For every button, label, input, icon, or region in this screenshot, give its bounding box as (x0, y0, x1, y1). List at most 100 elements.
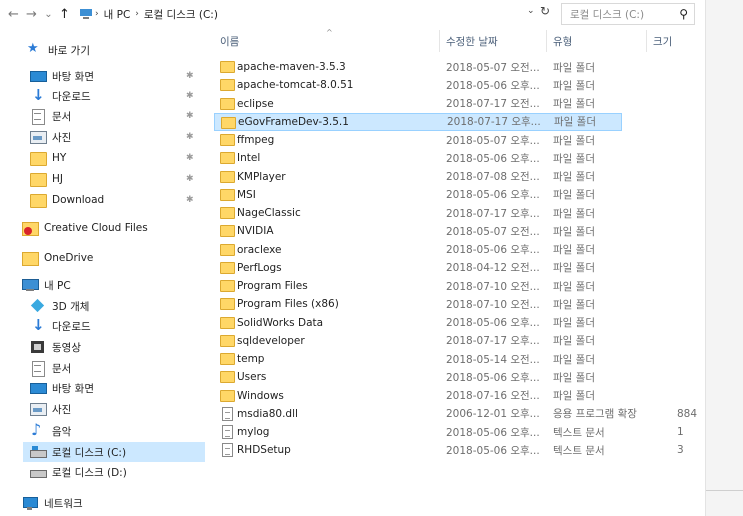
file-row[interactable]: NageClassic 2018-07-17 오후... 파일 폴더 (214, 204, 705, 222)
nav-item[interactable]: Creative Cloud Files (0, 218, 210, 238)
file-name: mylog (237, 426, 270, 438)
file-date-modified: 2018-07-10 오전... (446, 298, 540, 311)
file-row[interactable]: apache-tomcat-8.0.51 2018-05-06 오후... 파일 폴… (214, 76, 705, 94)
file-row[interactable]: temp 2018-05-14 오전... 파일 폴더 (214, 350, 705, 368)
sort-ascending-icon: ^ (326, 28, 333, 37)
address-history-chevron-icon[interactable]: ⌄ (527, 6, 535, 16)
file-row[interactable]: KMPlayer 2018-07-08 오전... 파일 폴더 (214, 168, 705, 186)
up-arrow-icon: ↑ (59, 6, 70, 22)
file-date-modified: 2018-05-06 오후... (446, 371, 540, 384)
search-input[interactable]: 로컬 디스크 (C:) ⚲ (561, 3, 695, 25)
nav-item[interactable]: 사진 ✱ (0, 127, 210, 147)
recent-locations-button[interactable]: ⌄ (40, 3, 57, 25)
folder-icon (220, 298, 235, 311)
up-button[interactable]: ↑ (56, 3, 73, 25)
pin-icon[interactable]: ✱ (186, 153, 194, 163)
document-icon (30, 361, 46, 377)
forward-button[interactable]: → (23, 3, 40, 25)
file-date-modified: 2018-05-06 오후... (446, 152, 540, 165)
breadcrumb-separator-icon[interactable]: › (135, 9, 139, 19)
folder-icon (220, 371, 235, 384)
nav-item[interactable]: 음악 (0, 420, 210, 441)
file-date-modified: 2018-05-14 오전... (446, 353, 540, 366)
column-divider[interactable] (546, 30, 547, 52)
folder-icon (30, 151, 47, 166)
nav-item[interactable]: 바탕 화면 (0, 378, 210, 398)
file-row[interactable]: eGovFrameDev-3.5.1 2018-07-17 오후... 파일 폴더 (214, 112, 622, 131)
nav-item-label: 문서 (52, 362, 72, 375)
refresh-icon[interactable]: ↻ (540, 4, 550, 18)
file-type: 파일 폴더 (553, 280, 595, 293)
pin-icon[interactable]: ✱ (186, 174, 194, 184)
file-name: eGovFrameDev-3.5.1 (238, 115, 349, 128)
file-row[interactable]: MSI 2018-05-06 오후... 파일 폴더 (214, 186, 705, 204)
nav-item[interactable]: 내 PC (0, 275, 210, 295)
nav-item[interactable]: 3D 개체 (0, 296, 210, 316)
nav-item[interactable]: 문서 (0, 358, 210, 378)
nav-item[interactable]: 다운로드 ✱ (0, 86, 210, 106)
picture-icon (30, 402, 47, 416)
file-date-modified: 2018-07-08 오전... (446, 171, 540, 183)
file-row[interactable]: ffmpeg 2018-05-07 오후... 파일 폴더 (214, 131, 705, 149)
nav-item[interactable]: HY ✱ (0, 148, 210, 168)
file-type: 파일 폴더 (553, 298, 595, 311)
nav-item[interactable]: 바로 가기 (0, 40, 210, 60)
nav-item[interactable]: 문서 ✱ (0, 106, 210, 126)
nav-item[interactable]: 다운로드 (0, 316, 210, 336)
file-row[interactable]: Intel 2018-05-06 오후... 파일 폴더 (214, 149, 705, 167)
nav-item[interactable]: 로컬 디스크 (C:) (23, 442, 205, 462)
file-row[interactable]: oraclexe 2018-05-06 오후... 파일 폴더 (214, 241, 705, 259)
nav-item[interactable]: 바탕 화면 ✱ (0, 66, 210, 86)
nav-item[interactable]: Download ✱ (0, 190, 210, 210)
search-icon[interactable]: ⚲ (679, 7, 688, 21)
column-header-type[interactable]: 유형 (553, 34, 572, 50)
column-divider[interactable] (439, 30, 440, 52)
file-row[interactable]: mylog 2018-05-06 오후... 텍스트 문서 1 (214, 423, 705, 441)
file-row[interactable]: RHDSetup 2018-05-06 오후... 텍스트 문서 3 (214, 441, 705, 459)
nav-item[interactable]: OneDrive (0, 248, 210, 268)
file-date-modified: 2018-05-06 오후... (446, 444, 540, 457)
folder-icon (221, 116, 236, 129)
file-date-modified: 2018-05-06 오후... (446, 79, 540, 92)
file-type: 파일 폴더 (553, 353, 595, 366)
column-divider[interactable] (646, 30, 647, 52)
file-row[interactable]: NVIDIA 2018-05-07 오전... 파일 폴더 (214, 222, 705, 240)
file-row[interactable]: Users 2018-05-06 오후... 파일 폴더 (214, 368, 705, 386)
file-name: NVIDIA (237, 225, 274, 238)
nav-item[interactable]: 네트워크 (0, 493, 210, 513)
pin-icon[interactable]: ✱ (186, 111, 194, 121)
column-header-date-modified[interactable]: 수정한 날짜 (446, 34, 498, 50)
nav-item[interactable]: 동영상 (0, 337, 210, 357)
file-date-modified: 2018-04-12 오전... (446, 262, 540, 275)
file-row[interactable]: SolidWorks Data 2018-05-06 오후... 파일 폴더 (214, 314, 705, 332)
nav-item[interactable]: 로컬 디스크 (D:) (0, 462, 210, 482)
pin-icon[interactable]: ✱ (186, 91, 194, 101)
file-row[interactable]: PerfLogs 2018-04-12 오전... 파일 폴더 (214, 259, 705, 277)
star-icon (26, 41, 42, 57)
pin-icon[interactable]: ✱ (186, 132, 194, 142)
file-row[interactable]: Windows 2018-07-16 오전... 파일 폴더 (214, 387, 705, 405)
address-bar[interactable]: › 내 PC › 로컬 디스크 (C:) (76, 3, 554, 25)
file-name: apache-tomcat-8.0.51 (237, 79, 354, 92)
pc-icon (22, 278, 39, 292)
file-row[interactable]: Program Files (x86) 2018-07-10 오전... 파일 폴더 (214, 295, 705, 313)
file-row[interactable]: Program Files 2018-07-10 오전... 파일 폴더 (214, 277, 705, 295)
file-date-modified: 2018-07-17 오후... (446, 207, 540, 220)
breadcrumb-local-disk-c[interactable]: 로컬 디스크 (C:) (144, 7, 218, 22)
breadcrumb-separator-icon[interactable]: › (95, 9, 99, 19)
folder-icon (220, 61, 235, 73)
nav-item-label: 사진 (52, 131, 72, 144)
file-row[interactable]: msdia80.dll 2006-12-01 오후... 응용 프로그램 확장 884 (214, 405, 705, 423)
file-row[interactable]: apache-maven-3.5.3 2018-05-07 오전... 파일 폴더 (214, 58, 705, 76)
nav-item[interactable]: 사진 (0, 399, 210, 419)
pin-icon[interactable]: ✱ (186, 195, 194, 205)
nav-item[interactable]: HJ ✱ (0, 169, 210, 189)
file-row[interactable]: eclipse 2018-07-17 오전... 파일 폴더 (214, 95, 705, 113)
pin-icon[interactable]: ✱ (186, 71, 194, 81)
breadcrumb-this-pc[interactable]: 내 PC (104, 7, 131, 22)
column-header-name[interactable]: 이름 (220, 34, 239, 50)
back-button[interactable]: ← (5, 3, 22, 25)
file-row[interactable]: sqldeveloper 2018-07-17 오후... 파일 폴더 (214, 332, 705, 350)
column-header-size[interactable]: 크기 (653, 34, 672, 50)
folder-icon (220, 79, 235, 92)
